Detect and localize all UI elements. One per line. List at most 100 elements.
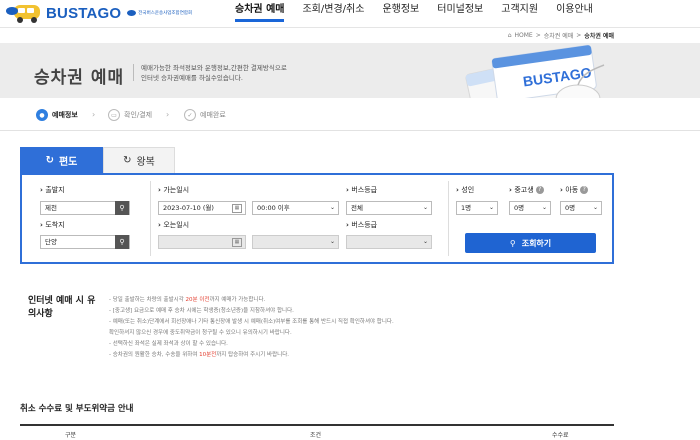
- nav-operation-info[interactable]: 운행정보: [373, 0, 428, 28]
- notice-highlight: 20분 이전: [185, 297, 210, 303]
- chevron-down-icon: ⌄: [541, 204, 547, 211]
- nav-label: 고객지원: [501, 4, 539, 15]
- adult-count-select[interactable]: 1명 ⌄: [456, 201, 498, 215]
- step-confirm-payment: ▭ 확인/결제: [108, 109, 152, 121]
- notice-text: - 예매(또는 취소)단계에서 회선장애나 기타 통신장애 발생 시 예매(취소…: [109, 319, 394, 325]
- nav-label: 운행정보: [382, 4, 420, 15]
- pin-icon: ●: [36, 109, 48, 121]
- column-divider: [448, 181, 449, 256]
- breadcrumb-sep: >: [576, 32, 582, 39]
- tab-one-way[interactable]: ↻ 편도: [20, 147, 103, 173]
- home-icon: ⌂: [507, 32, 512, 39]
- adult-label: 성인: [456, 185, 474, 195]
- logo-sub-text: 전국버스운송사업조합연합회: [138, 11, 193, 16]
- breadcrumb-sep: >: [535, 32, 541, 39]
- arrive-label: 도착지: [40, 220, 64, 230]
- breadcrumb-mid[interactable]: 승차권 예매: [544, 31, 574, 40]
- column-divider: [150, 181, 151, 256]
- step-reservation-info: ● 예매정보: [36, 109, 78, 121]
- nav-inquiry[interactable]: 조회/변경/취소: [293, 0, 373, 28]
- grade-select[interactable]: 전체 ⌄: [346, 201, 432, 215]
- notice-text: - 승차권의 원활한 승차, 수송을 위하여: [109, 352, 200, 358]
- title-divider: [133, 64, 134, 81]
- logo[interactable]: BUSTAGO 전국버스운송사업조합연합회: [4, 1, 192, 25]
- refresh-icon: ↻: [123, 155, 132, 166]
- search-button-label: 조회하기: [521, 238, 552, 248]
- notice-item: - 당일 출발하는 차량의 출발시각 20분 이전까지 예매가 가능합니다.: [109, 295, 614, 306]
- check-icon: ✓: [184, 109, 196, 121]
- return-time-select: ⌄: [252, 235, 339, 249]
- logo-subtitle: 전국버스운송사업조합연합회: [127, 10, 192, 16]
- search-icon[interactable]: ⚲: [115, 201, 129, 215]
- chevron-down-icon: ⌄: [329, 204, 335, 211]
- nav-label: 승차권 예매: [235, 4, 285, 15]
- go-date-label: 가는일시: [158, 185, 189, 195]
- tab-round-trip[interactable]: ↻ 왕복: [103, 147, 175, 173]
- search-icon: ⚲: [509, 238, 516, 248]
- student-count-select[interactable]: 0명 ⌄: [509, 201, 551, 215]
- student-label: 중고생?: [509, 185, 544, 195]
- table-header-fee: 수수료: [552, 432, 569, 439]
- chevron-down-icon: ⌄: [422, 204, 428, 211]
- step-label: 예매완료: [200, 111, 226, 119]
- grade-label: 버스등급: [346, 185, 377, 195]
- nav-terminal-info[interactable]: 터미널정보: [428, 0, 492, 28]
- notice-item: - 선택하신 좌석은 실제 좌석과 상이 할 수 있습니다.: [109, 339, 614, 350]
- return-date-label: 오는일시: [158, 220, 189, 230]
- go-time-select[interactable]: 00:00 이후 ⌄: [252, 201, 339, 215]
- chevron-down-icon: ⌄: [329, 238, 335, 245]
- nav-label: 터미널정보: [437, 4, 484, 15]
- search-button[interactable]: ⚲ 조회하기: [465, 233, 596, 253]
- step-complete: ✓ 예매완료: [184, 109, 226, 121]
- notice-item: - 예매(또는 취소)단계에서 회선장애나 기타 통신장애 발생 시 예매(취소…: [109, 317, 614, 328]
- page-hero: 승차권 예매 예매가능한 좌석정보와 운행정보,간편한 결제방식으로 인터넷 승…: [0, 43, 700, 120]
- nav-usage-guide[interactable]: 이용안내: [547, 0, 602, 28]
- breadcrumb-home[interactable]: HOME: [515, 32, 533, 39]
- step-arrow-icon: ›: [166, 110, 170, 119]
- child-count-select[interactable]: 0명 ⌄: [560, 201, 602, 215]
- reservation-form: 출발지 제천 ⚲ 도착지 단양 ⚲ 가는일시 2023-07-10 (월) ▦ …: [20, 173, 614, 264]
- help-icon[interactable]: ?: [580, 186, 589, 194]
- help-icon[interactable]: ?: [535, 186, 544, 194]
- notice-text: 확인하셔지 않으신 경우에 중도취약금이 청구될 수 있으니 유의하시기 바랍니…: [109, 330, 292, 336]
- breadcrumb: ⌂ HOME > 승차권 예매 > 승차권 예매: [508, 31, 614, 40]
- notice-text: - [중고생] 요금으로 예매 후 승차 시에는 학생증(청소년증)을 지참하셔…: [109, 308, 294, 314]
- tab-label: 편도: [58, 156, 78, 168]
- step-label: 예매정보: [52, 111, 78, 119]
- table-header-category: 구분: [65, 432, 77, 439]
- notice-text: - 선택하신 좌석은 실제 좌석과 상이 할 수 있습니다.: [109, 341, 228, 347]
- notice-text: - 당일 출발하는 차량의 출발시각: [109, 297, 186, 303]
- breadcrumb-current: 승차권 예매: [584, 33, 614, 40]
- nav-label: 이용안내: [556, 4, 593, 15]
- label-text: 중고생: [514, 186, 534, 194]
- refresh-icon: ↻: [45, 154, 54, 166]
- association-mark-icon: [127, 10, 137, 16]
- select-value: 00:00 이후: [257, 204, 290, 212]
- calendar-icon: ▦: [232, 238, 242, 247]
- chevron-down-icon: ⌄: [488, 204, 494, 211]
- search-icon[interactable]: ⚲: [115, 235, 129, 249]
- progress-steps: ● 예매정보 › ▭ 확인/결제 › ✓ 예매완료: [0, 98, 700, 131]
- select-value: 0명: [565, 204, 576, 212]
- card-icon: ▭: [108, 109, 120, 121]
- notice-list: - 당일 출발하는 차량의 출발시각 20분 이전까지 예매가 가능합니다. -…: [109, 295, 614, 361]
- notice-highlight: 10분전: [199, 352, 217, 358]
- tab-label: 왕복: [136, 157, 155, 168]
- select-value: 전체: [351, 204, 363, 212]
- step-label: 확인/결제: [124, 111, 153, 119]
- bus-mascot-icon: [4, 1, 44, 25]
- page-title: 승차권 예매: [34, 68, 125, 88]
- notice-text: 까지 탑승하여 주시기 바랍니다.: [216, 352, 290, 358]
- select-value: 0명: [514, 204, 525, 212]
- nav-label: 조회/변경/취소: [302, 4, 365, 15]
- fee-section-title: 취소 수수료 및 부도위약금 안내: [20, 404, 134, 414]
- nav-ticket-reservation[interactable]: 승차권 예매: [226, 0, 293, 28]
- notice-item: - 승차권의 원활한 승차, 수송을 위하여 10분전까지 탑승하여 주시기 바…: [109, 350, 614, 361]
- calendar-icon[interactable]: ▦: [232, 204, 242, 213]
- notice-item: 확인하셔지 않으신 경우에 중도취약금이 청구될 수 있으니 유의하시기 바랍니…: [109, 328, 614, 339]
- select-value: 1명: [461, 204, 472, 212]
- table-top-border: [20, 424, 614, 426]
- main-nav: 승차권 예매 조회/변경/취소 운행정보 터미널정보 고객지원 이용안내: [226, 0, 602, 28]
- nav-customer-support[interactable]: 고객지원: [492, 0, 547, 28]
- top-header: BUSTAGO 전국버스운송사업조합연합회 승차권 예매 조회/변경/취소 운행…: [0, 0, 700, 28]
